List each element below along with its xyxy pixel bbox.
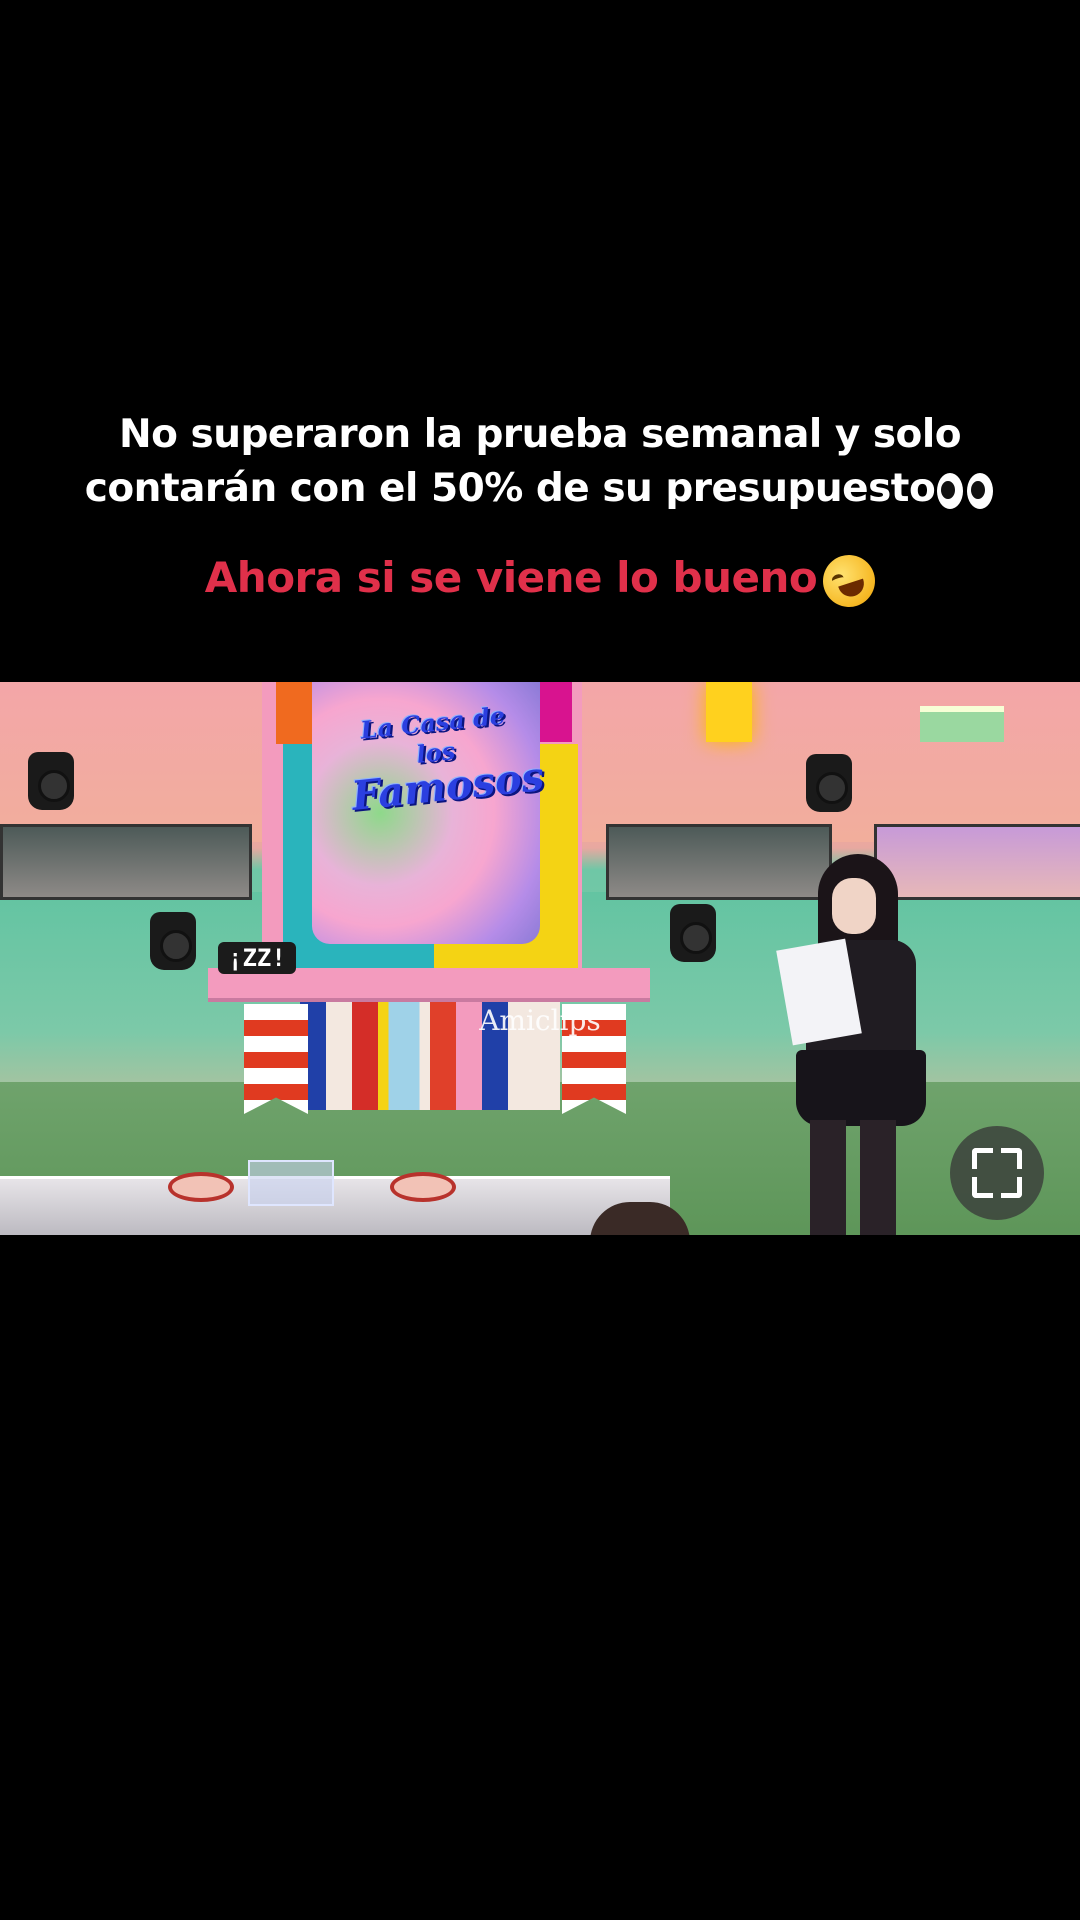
fullscreen-button[interactable] xyxy=(950,1126,1044,1220)
camera-icon xyxy=(150,912,196,970)
green-light xyxy=(920,706,1004,742)
table xyxy=(0,1176,670,1235)
caption-line-2-text: contarán con el 50% de su presupuesto xyxy=(84,466,936,511)
izzi-sign: ¡ZZ! xyxy=(218,942,296,974)
rolling-laughing-emoji-icon xyxy=(816,547,882,614)
bowl xyxy=(168,1172,234,1202)
person-figure xyxy=(766,854,926,1235)
caption-highlight: Ahora si se viene lo bueno xyxy=(0,547,1080,614)
fullscreen-icon xyxy=(972,1148,993,1169)
camera-icon xyxy=(806,754,852,812)
bowl xyxy=(390,1172,456,1202)
fullscreen-icon-corner xyxy=(972,1177,993,1198)
frame-stripe-orange xyxy=(276,682,312,744)
caption-line-1: No superaron la prueba semanal y solo xyxy=(118,412,962,457)
camera-icon xyxy=(28,752,74,810)
eyes-emoji-icon xyxy=(937,471,995,511)
watermark: Amiclips xyxy=(479,1004,601,1037)
camera-icon xyxy=(670,904,716,962)
fullscreen-icon-corner xyxy=(1001,1148,1022,1169)
fullscreen-icon-corner xyxy=(1001,1177,1022,1198)
acrylic-box xyxy=(248,1160,334,1206)
caption-line-2: contarán con el 50% de su presupuesto xyxy=(0,462,1080,516)
caption-highlight-text: Ahora si se viene lo bueno xyxy=(204,553,818,602)
yellow-light xyxy=(706,682,752,742)
frame-stripe-magenta xyxy=(540,682,572,742)
show-logo: La Casa de los Famosos xyxy=(344,699,547,820)
video-player[interactable]: La Casa de los Famosos ¡ZZ! Amiclips xyxy=(0,682,1080,1235)
window-left xyxy=(0,824,252,900)
